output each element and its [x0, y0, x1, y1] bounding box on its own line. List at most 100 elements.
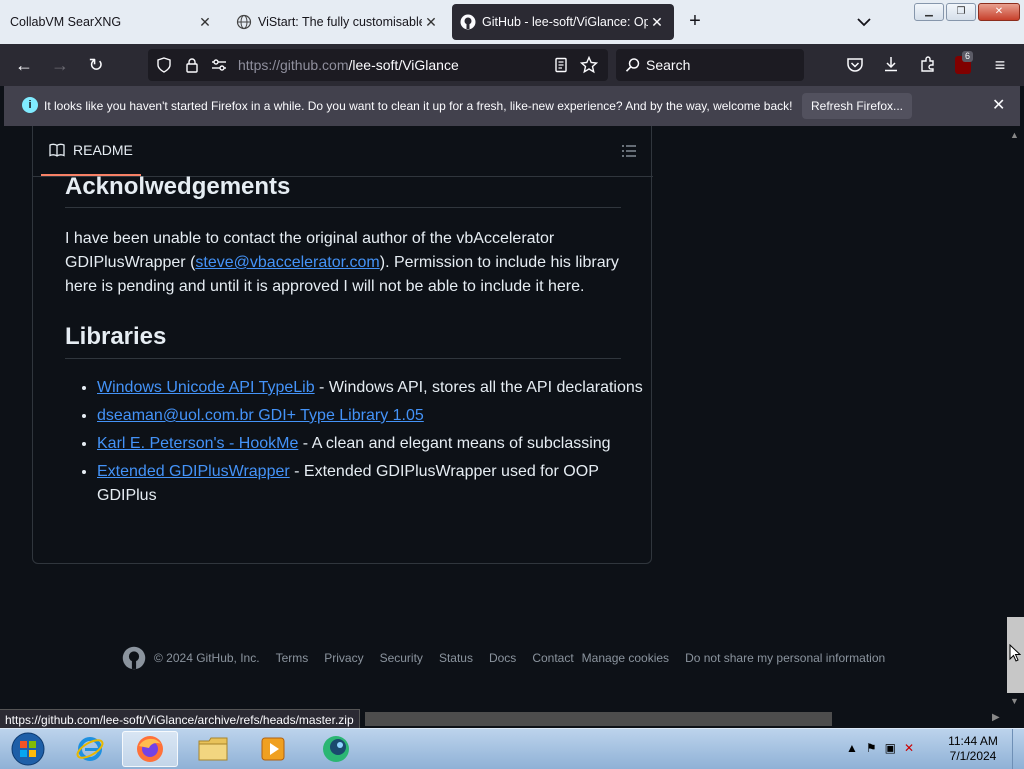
taskbar-clock[interactable]: 11:44 AM 7/1/2024	[940, 734, 1006, 764]
windows-taskbar: ▲ ⚑ ▣ ✕ 11:44 AM 7/1/2024	[0, 728, 1024, 769]
tab-label: ViStart: The fully customisable	[258, 15, 422, 29]
extension-badge: 6	[962, 51, 974, 62]
github-logo-icon[interactable]	[122, 646, 146, 670]
tab-label: GitHub - lee-soft/ViGlance: Op	[482, 15, 648, 29]
search-box[interactable]: Search	[616, 49, 804, 81]
window-controls: ▁ ❐ ✕	[914, 3, 1020, 21]
clock-date: 7/1/2024	[949, 749, 997, 763]
taskbar-viglance-app[interactable]	[308, 731, 364, 767]
lock-icon[interactable]	[184, 57, 200, 73]
network-icon[interactable]: ▣	[885, 741, 896, 755]
scroll-up-arrow-icon[interactable]: ▲	[1010, 130, 1019, 140]
search-placeholder: Search	[646, 57, 691, 73]
maximize-button[interactable]: ❐	[946, 3, 976, 21]
library-description: - A clean and elegant means of subclassi…	[298, 435, 611, 452]
taskbar-media-player[interactable]	[245, 731, 301, 767]
pocket-icon[interactable]	[846, 56, 864, 74]
show-hidden-icons-icon[interactable]: ▲	[846, 741, 858, 755]
footer-link-do-not-share[interactable]: Do not share my personal information	[685, 651, 885, 665]
clock-time: 11:44 AM	[948, 734, 998, 748]
list-item: Windows Unicode API TypeLib - Windows AP…	[97, 376, 653, 400]
forward-button[interactable]: →	[49, 54, 71, 76]
footer-link-docs[interactable]: Docs	[489, 651, 516, 665]
close-window-button[interactable]: ✕	[978, 3, 1020, 21]
internet-explorer-icon	[76, 737, 104, 761]
notification-message: It looks like you haven't started Firefo…	[44, 99, 793, 113]
info-icon: i	[22, 97, 38, 113]
footer-copyright: © 2024 GitHub, Inc.	[154, 651, 260, 665]
close-tab-icon[interactable]: ✕	[196, 14, 214, 31]
bookmark-star-icon[interactable]	[580, 56, 598, 74]
author-email-link[interactable]: steve@vbaccelerator.com	[195, 254, 379, 271]
heading-divider	[65, 207, 621, 208]
readme-tab[interactable]: README	[41, 126, 141, 176]
list-item: dseaman@uol.com.br GDI+ Type Library 1.0…	[97, 404, 653, 428]
action-center-flag-icon[interactable]: ⚑	[866, 741, 877, 755]
footer-link-security[interactable]: Security	[380, 651, 423, 665]
show-desktop-button[interactable]	[1012, 729, 1024, 769]
volume-muted-icon[interactable]: ✕	[904, 741, 914, 755]
refresh-notification-bar: i It looks like you haven't started Fire…	[4, 86, 1020, 126]
url-path: /lee-soft/ViGlance	[348, 57, 459, 73]
taskbar-firefox[interactable]	[122, 731, 178, 767]
permissions-icon[interactable]	[210, 57, 228, 73]
library-link[interactable]: Windows Unicode API TypeLib	[97, 379, 315, 396]
libraries-heading: Libraries	[65, 323, 167, 350]
page-footer: © 2024 GitHub, Inc. Terms Privacy Securi…	[122, 646, 901, 670]
mouse-cursor-icon	[1009, 644, 1021, 662]
tab-label: CollabVM SearXNG	[10, 15, 122, 29]
reload-button[interactable]: ↻	[85, 54, 107, 76]
nav-bar: ← → ↻ https://github.com/lee-soft/ViGlan…	[0, 44, 1024, 86]
footer-link-manage-cookies[interactable]: Manage cookies	[582, 651, 669, 665]
app-globe-icon	[323, 736, 349, 762]
readme-tab-label: README	[73, 142, 133, 158]
hamburger-menu-icon[interactable]: ≡	[989, 54, 1011, 76]
page-content: README Acknolwedgements I have been unab…	[0, 126, 1006, 710]
windows-start-orb-icon	[11, 732, 45, 766]
taskbar-internet-explorer[interactable]	[62, 731, 118, 767]
table-of-contents-icon[interactable]	[621, 143, 637, 159]
list-all-tabs-icon[interactable]	[854, 12, 874, 32]
shield-icon[interactable]	[156, 57, 172, 73]
readme-header: README	[33, 126, 653, 177]
scroll-down-arrow-icon[interactable]: ▼	[1010, 696, 1019, 706]
downloads-icon[interactable]	[882, 55, 900, 73]
scroll-right-arrow-icon[interactable]: ▶	[992, 712, 1000, 723]
close-tab-icon[interactable]: ✕	[422, 14, 440, 31]
footer-link-contact[interactable]: Contact	[532, 651, 573, 665]
media-player-icon	[261, 737, 285, 761]
acknowledgements-heading: Acknolwedgements	[65, 173, 291, 200]
footer-link-status[interactable]: Status	[439, 651, 473, 665]
tab-vistart[interactable]: ViStart: The fully customisable ✕	[228, 4, 448, 40]
back-button[interactable]: ←	[13, 54, 35, 76]
footer-link-privacy[interactable]: Privacy	[324, 651, 363, 665]
acknowledgements-paragraph: I have been unable to contact the origin…	[65, 227, 625, 299]
list-item: Extended GDIPlusWrapper - Extended GDIPl…	[97, 460, 653, 508]
url-bar[interactable]: https://github.com/lee-soft/ViGlance	[148, 49, 608, 81]
close-tab-icon[interactable]: ✕	[648, 14, 666, 31]
minimize-button[interactable]: ▁	[914, 3, 944, 21]
taskbar-file-explorer[interactable]	[185, 731, 241, 767]
system-tray: ▲ ⚑ ▣ ✕	[846, 741, 914, 755]
start-button[interactable]	[0, 731, 56, 767]
url-text: https://github.com/lee-soft/ViGlance	[238, 57, 459, 73]
footer-link-terms[interactable]: Terms	[276, 651, 309, 665]
extensions-puzzle-icon[interactable]	[919, 55, 937, 73]
horizontal-scroll-thumb[interactable]	[365, 712, 832, 726]
globe-icon	[236, 14, 252, 30]
url-host: https://github.com	[238, 57, 349, 73]
folder-icon	[198, 737, 228, 761]
library-link[interactable]: Extended GDIPlusWrapper	[97, 463, 290, 480]
library-link[interactable]: Karl E. Peterson's - HookMe	[97, 435, 298, 452]
heading-divider	[65, 358, 621, 359]
tab-collabvm-searxng[interactable]: CollabVM SearXNG ✕	[2, 4, 222, 40]
tab-bar: CollabVM SearXNG ✕ ViStart: The fully cu…	[0, 0, 1024, 44]
libraries-list: Windows Unicode API TypeLib - Windows AP…	[65, 376, 653, 512]
tab-github-viglance[interactable]: GitHub - lee-soft/ViGlance: Op ✕	[452, 4, 674, 40]
new-tab-button[interactable]: +	[684, 10, 706, 33]
reader-view-icon[interactable]	[553, 57, 569, 73]
library-link[interactable]: dseaman@uol.com.br GDI+ Type Library 1.0…	[97, 407, 424, 424]
refresh-firefox-button[interactable]: Refresh Firefox...	[802, 93, 912, 119]
close-notification-icon[interactable]: ✕	[992, 95, 1005, 115]
search-icon	[625, 58, 640, 72]
